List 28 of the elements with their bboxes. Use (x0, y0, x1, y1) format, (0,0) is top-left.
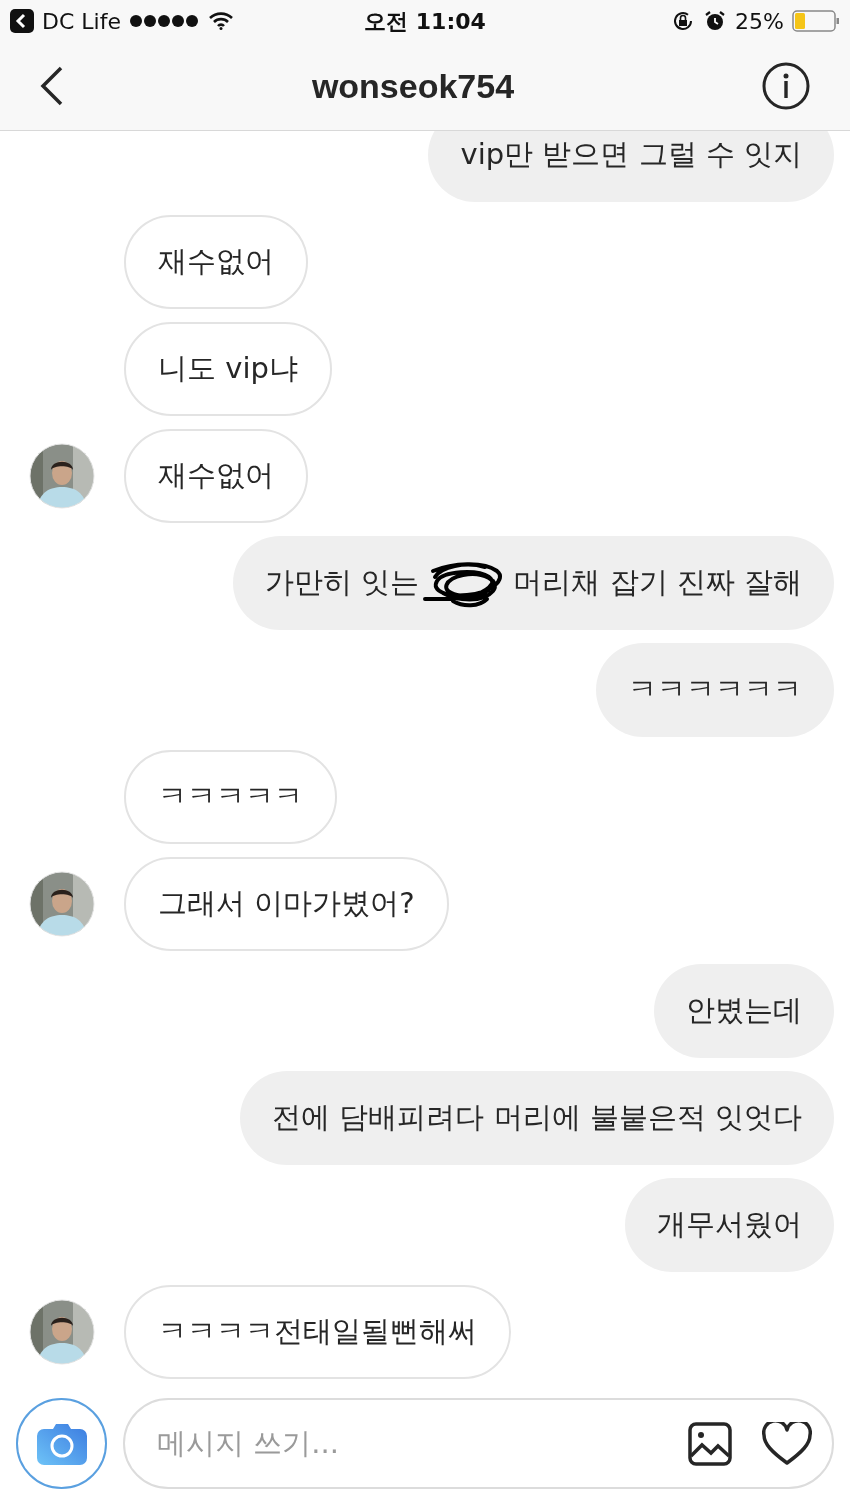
camera-icon (35, 1422, 88, 1465)
message-bubble: 개무서웠어 (625, 1178, 834, 1272)
message-input[interactable]: 메시지 쓰기... (155, 1420, 658, 1467)
back-button[interactable] (40, 66, 64, 106)
status-time: 오전 11:04 (364, 7, 486, 36)
back-app-label[interactable]: DC Life (42, 4, 121, 38)
wifi-icon (208, 12, 233, 30)
message-field[interactable]: 메시지 쓰기... (123, 1398, 834, 1489)
back-icon[interactable] (10, 9, 34, 33)
battery-icon (792, 10, 840, 32)
message-bubble: 재수없어 (124, 429, 308, 523)
message-bubble: 전에 담배피려다 머리에 불붙은적 잇엇다 (240, 1071, 834, 1165)
message-bubble: ㅋㅋㅋㅋㅋㅋ (596, 643, 834, 737)
message-bubble: 재수없어 (124, 215, 308, 309)
message-text: 가만히 잇는 (265, 564, 420, 602)
chat-title: wonseok754 (311, 65, 515, 107)
message-text: 머리채 잡기 진짜 잘해 (513, 564, 802, 602)
message-bubble: 그래서 이마가볐어? (124, 857, 449, 951)
battery-percent: 25% (735, 7, 784, 36)
message-bubble: ㅋㅋㅋㅋ전태일될뻔해써 (124, 1285, 511, 1379)
info-button[interactable] (762, 62, 810, 110)
gallery-button[interactable] (688, 1421, 732, 1466)
signal-icon (128, 14, 201, 28)
message-bubble: ㅋㅋㅋㅋㅋ (124, 750, 337, 844)
message-bubble: vip만 받으면 그럴 수 잇지 (428, 131, 834, 202)
like-button[interactable] (762, 1421, 812, 1466)
message-bubble: 니도 vip냐 (124, 322, 332, 416)
message-bubble: 안볐는데 (654, 964, 834, 1058)
